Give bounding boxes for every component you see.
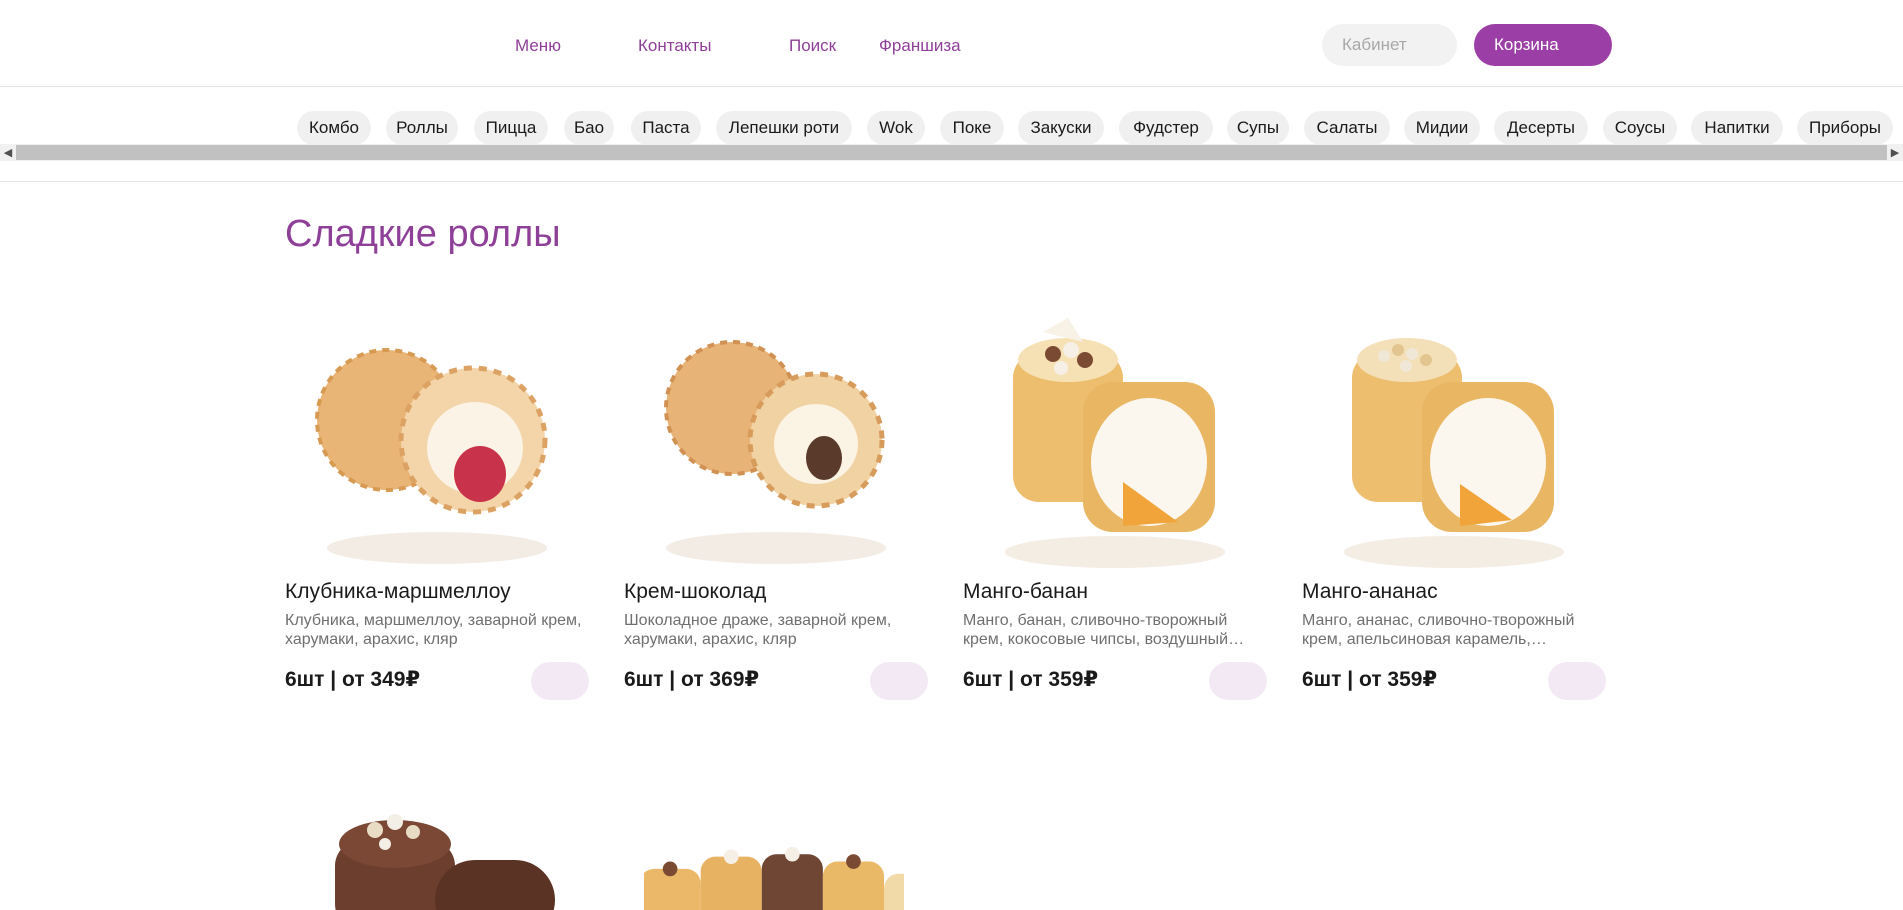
- scroll-left-icon[interactable]: ◀: [0, 144, 16, 161]
- product-image-mango-pineapple[interactable]: [1322, 312, 1582, 572]
- product-name[interactable]: Клубника-маршмеллоу: [285, 580, 511, 604]
- product-image-chocolate-roll[interactable]: [305, 800, 565, 910]
- section-title: Сладкие роллы: [285, 213, 561, 255]
- site-header: Меню Контакты Поиск Франшиза Кабинет Кор…: [0, 0, 1903, 87]
- product-image-mango-banana[interactable]: [983, 312, 1243, 572]
- product-price: 6шт | от 359₽: [963, 668, 1099, 691]
- add-to-cart-button[interactable]: [1548, 662, 1606, 700]
- cart-button[interactable]: Корзина: [1474, 24, 1612, 66]
- category-pill-foodster[interactable]: Фудстер: [1119, 111, 1213, 145]
- category-strip: Комбо Роллы Пицца Бао Паста Лепешки роти…: [0, 111, 1903, 145]
- product-image-cream-chocolate[interactable]: [644, 312, 904, 572]
- product-description: Шоколадное драже, заварной крем, харумак…: [624, 612, 892, 648]
- product-image-roll-set[interactable]: [644, 820, 904, 910]
- product-image-strawberry-marshmallow[interactable]: [305, 312, 565, 572]
- add-to-cart-button[interactable]: [531, 662, 589, 700]
- category-pill-poke[interactable]: Поке: [940, 111, 1004, 145]
- category-scrollbar[interactable]: ◀ ▶: [0, 144, 1903, 161]
- category-pill-combo[interactable]: Комбо: [297, 111, 371, 145]
- category-pill-wok[interactable]: Wok: [867, 111, 925, 145]
- category-pill-pasta[interactable]: Паста: [631, 111, 701, 145]
- category-pill-snacks[interactable]: Закуски: [1018, 111, 1104, 145]
- add-to-cart-button[interactable]: [1209, 662, 1267, 700]
- product-price: 6шт | от 359₽: [1302, 668, 1438, 691]
- category-pill-salads[interactable]: Салаты: [1304, 111, 1390, 145]
- category-pill-cutlery[interactable]: Приборы: [1797, 111, 1893, 145]
- category-pill-mussels[interactable]: Мидии: [1404, 111, 1480, 145]
- product-description: Манго, банан, сливочно-творожный крем, к…: [963, 612, 1245, 648]
- category-pill-bao[interactable]: Бао: [564, 111, 614, 145]
- category-pill-desserts[interactable]: Десерты: [1494, 111, 1588, 145]
- product-name[interactable]: Крем-шоколад: [624, 580, 766, 604]
- category-pill-pizza[interactable]: Пицца: [474, 111, 548, 145]
- nav-contacts-link[interactable]: Контакты: [638, 36, 711, 56]
- nav-franchise-link[interactable]: Франшиза: [879, 36, 961, 56]
- category-pill-soups[interactable]: Супы: [1227, 111, 1289, 145]
- product-name[interactable]: Манго-ананас: [1302, 580, 1438, 604]
- nav-menu-link[interactable]: Меню: [515, 36, 561, 56]
- divider: [0, 181, 1903, 182]
- product-price: 6шт | от 349₽: [285, 668, 421, 691]
- add-to-cart-button[interactable]: [870, 662, 928, 700]
- cabinet-button[interactable]: Кабинет: [1322, 24, 1457, 66]
- product-description: Клубника, маршмеллоу, заварной крем, хар…: [285, 612, 582, 648]
- scroll-right-icon[interactable]: ▶: [1887, 144, 1903, 161]
- product-description: Манго, ананас, сливочно-творожный крем, …: [1302, 612, 1575, 648]
- category-pill-sauces[interactable]: Соусы: [1603, 111, 1677, 145]
- nav-search-link[interactable]: Поиск: [789, 36, 836, 56]
- category-pill-rolls[interactable]: Роллы: [386, 111, 458, 145]
- product-price: 6шт | от 369₽: [624, 668, 760, 691]
- scrollbar-thumb[interactable]: [16, 145, 1887, 160]
- product-name[interactable]: Манго-банан: [963, 580, 1088, 604]
- category-pill-drinks[interactable]: Напитки: [1691, 111, 1783, 145]
- category-pill-roti[interactable]: Лепешки роти: [716, 111, 852, 145]
